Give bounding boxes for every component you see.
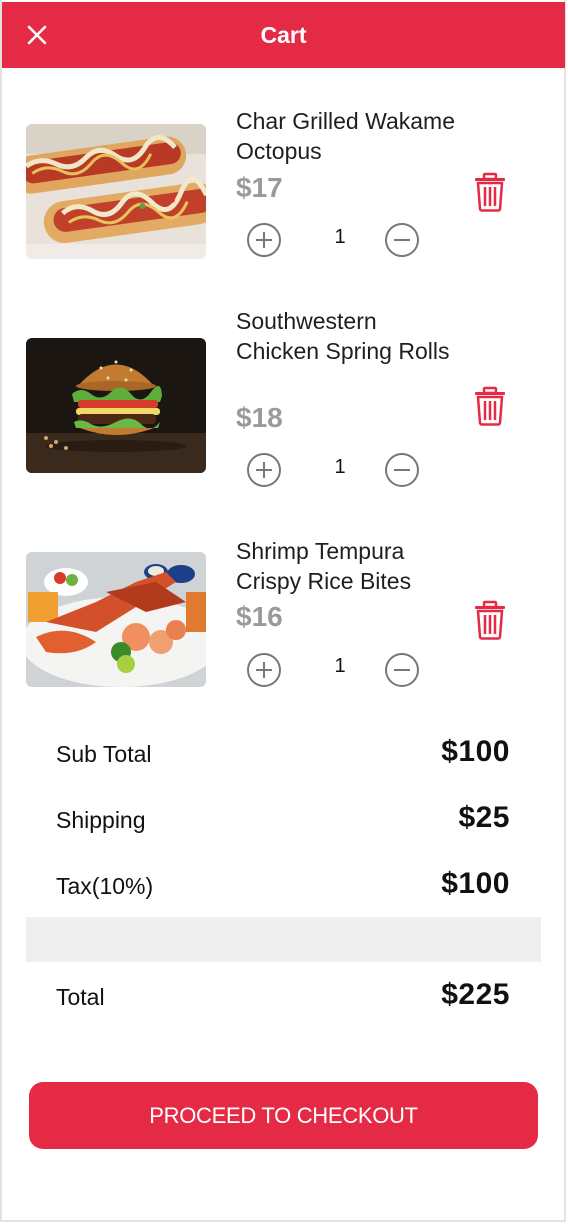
hot-dogs-photo xyxy=(26,124,206,259)
item-price: $17 xyxy=(236,172,283,203)
tax-value: $100 xyxy=(441,867,510,900)
quantity-value: 1 xyxy=(334,655,346,677)
seafood-platter-photo xyxy=(26,552,206,687)
trash-icon[interactable] xyxy=(472,600,508,640)
total-label: Total xyxy=(56,984,105,1010)
item-name: Shrimp Tempura Crispy Rice Bites xyxy=(236,538,412,594)
decrease-quantity-button[interactable] xyxy=(384,452,420,488)
shipping-row: Shipping $25 xyxy=(56,799,510,839)
subtotal-row: Sub Total $100 xyxy=(56,733,510,773)
tax-row: Tax(10%) $100 xyxy=(56,865,510,905)
increase-quantity-button[interactable] xyxy=(246,222,282,258)
shipping-value: $25 xyxy=(458,801,510,834)
increase-quantity-button[interactable] xyxy=(246,652,282,688)
item-price: $16 xyxy=(236,601,283,632)
trash-icon[interactable] xyxy=(472,172,508,212)
page-title: Cart xyxy=(260,22,307,48)
quantity-value: 1 xyxy=(334,226,346,248)
total-value: $225 xyxy=(441,978,510,1011)
item-price: $18 xyxy=(236,402,283,433)
proceed-to-checkout-button[interactable]: PROCEED TO CHECKOUT xyxy=(29,1082,538,1149)
subtotal-label: Sub Total xyxy=(56,741,152,767)
shipping-label: Shipping xyxy=(56,807,146,833)
decrease-quantity-button[interactable] xyxy=(384,652,420,688)
subtotal-value: $100 xyxy=(441,735,510,768)
increase-quantity-button[interactable] xyxy=(246,452,282,488)
total-row: Total $225 xyxy=(56,976,510,1016)
tax-label: Tax(10%) xyxy=(56,873,154,899)
divider-band xyxy=(26,917,541,962)
trash-icon[interactable] xyxy=(472,386,508,426)
quantity-value: 1 xyxy=(334,456,346,478)
decrease-quantity-button[interactable] xyxy=(384,222,420,258)
header-bar: Cart xyxy=(2,2,565,68)
burger-photo xyxy=(26,338,206,473)
item-name: Southwestern Chicken Spring Rolls xyxy=(236,308,450,364)
item-name: Char Grilled Wakame Octopus xyxy=(236,108,455,164)
